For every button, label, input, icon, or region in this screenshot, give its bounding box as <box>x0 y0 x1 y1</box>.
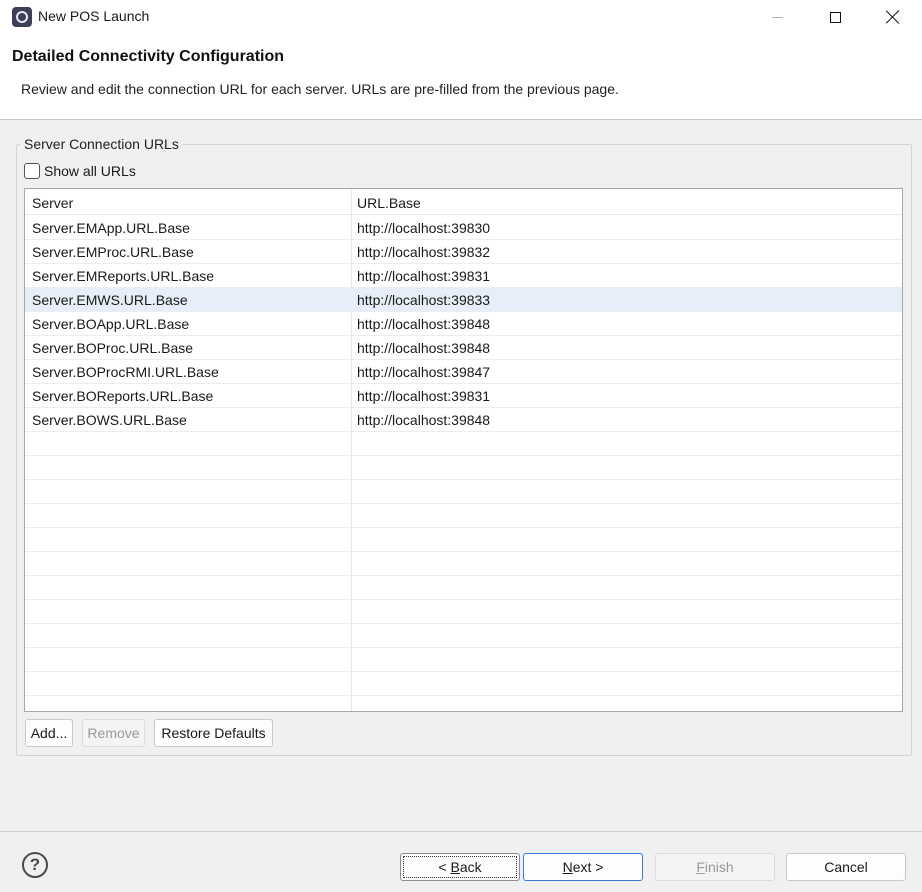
url-cell[interactable]: http://localhost:39831 <box>357 268 490 284</box>
server-cell[interactable]: Server.BOApp.URL.Base <box>32 316 189 332</box>
remove-button[interactable]: Remove <box>82 719 145 747</box>
table-row[interactable]: Server.EMReports.URL.Base http://localhos… <box>25 264 902 288</box>
page-title: Detailed Connectivity Configuration <box>12 48 285 65</box>
table-row[interactable]: Server.BOProc.URL.Base http://localhost:3… <box>25 336 902 360</box>
table-row[interactable]: Server.EMWS.URL.Base http://localhost:398… <box>25 288 902 312</box>
server-cell[interactable]: Server.BOWS.URL.Base <box>32 412 187 428</box>
url-cell[interactable]: http://localhost:39833 <box>357 292 490 308</box>
url-cell[interactable]: http://localhost:39847 <box>357 364 490 380</box>
show-all-urls-checkbox-row[interactable]: Show all URLs <box>24 161 136 181</box>
title-bar: New POS Launch <box>0 0 922 34</box>
next-button[interactable]: Next > <box>523 853 643 881</box>
restore-defaults-button[interactable]: Restore Defaults <box>154 719 273 747</box>
empty-row <box>25 600 902 624</box>
empty-row <box>25 672 902 696</box>
empty-row <box>25 576 902 600</box>
table-row[interactable]: Server.BOReports.URL.Base http://localhos… <box>25 384 902 408</box>
server-cell[interactable]: Server.BOReports.URL.Base <box>32 388 213 404</box>
finish-label: inish <box>704 859 734 875</box>
table-row[interactable]: Server.EMApp.URL.Base http://localhost:39… <box>25 216 902 240</box>
table-header: Server URL.Base <box>25 189 902 215</box>
back-button[interactable]: < Back <box>400 853 520 881</box>
table-row[interactable]: Server.BOWS.URL.Base http://localhost:398… <box>25 408 902 432</box>
group-label: Server Connection URLs <box>20 136 183 152</box>
server-cell[interactable]: Server.BOProc.URL.Base <box>32 340 193 356</box>
page-description: Review and edit the connection URL for e… <box>21 81 619 97</box>
maximize-icon <box>829 11 841 23</box>
empty-row <box>25 696 902 711</box>
eclipse-app-icon <box>12 7 32 27</box>
next-mnemonic: N <box>562 859 573 875</box>
table-row[interactable]: Server.EMProc.URL.Base http://localhost:3… <box>25 240 902 264</box>
empty-row <box>25 648 902 672</box>
empty-row <box>25 504 902 528</box>
close-button[interactable] <box>864 0 922 34</box>
help-glyph: ? <box>29 855 41 874</box>
maximize-button[interactable] <box>806 0 864 34</box>
window-title: New POS Launch <box>38 8 150 24</box>
empty-row <box>25 432 902 456</box>
cancel-button[interactable]: Cancel <box>786 853 906 881</box>
table-row[interactable]: Server.BOProcRMI.URL.Base http://localhos… <box>25 360 902 384</box>
table-body: Server.EMApp.URL.Base http://localhost:39… <box>25 216 902 711</box>
url-cell[interactable]: http://localhost:39848 <box>357 316 490 332</box>
url-cell[interactable]: http://localhost:39831 <box>357 388 490 404</box>
finish-mnemonic: F <box>696 859 705 875</box>
url-cell[interactable]: http://localhost:39848 <box>357 340 490 356</box>
next-label: ext > <box>572 859 604 875</box>
add-button[interactable]: Add... <box>25 719 73 747</box>
column-header-url[interactable]: URL.Base <box>357 195 421 211</box>
empty-row <box>25 480 902 504</box>
minimize-button[interactable] <box>748 0 806 34</box>
help-icon[interactable]: ? <box>22 852 48 878</box>
empty-row <box>25 528 902 552</box>
footer-separator <box>0 831 922 832</box>
server-cell[interactable]: Server.EMProc.URL.Base <box>32 244 194 260</box>
empty-row <box>25 552 902 576</box>
show-all-urls-checkbox[interactable] <box>24 163 40 179</box>
wizard-header: Detailed Connectivity Configuration Revi… <box>0 34 922 120</box>
finish-button[interactable]: Finish <box>655 853 775 881</box>
server-url-table[interactable]: Server URL.Base Server.EMApp.URL.Base htt… <box>24 188 903 712</box>
minimize-icon <box>771 16 783 18</box>
url-cell[interactable]: http://localhost:39830 <box>357 220 490 236</box>
empty-row <box>25 456 902 480</box>
server-cell[interactable]: Server.EMWS.URL.Base <box>32 292 188 308</box>
server-cell[interactable]: Server.EMReports.URL.Base <box>32 268 214 284</box>
server-cell[interactable]: Server.BOProcRMI.URL.Base <box>32 364 219 380</box>
server-cell[interactable]: Server.EMApp.URL.Base <box>32 220 190 236</box>
close-icon <box>886 10 900 24</box>
table-row[interactable]: Server.BOApp.URL.Base http://localhost:39… <box>25 312 902 336</box>
focus-ring <box>403 856 517 878</box>
url-cell[interactable]: http://localhost:39848 <box>357 412 490 428</box>
empty-row <box>25 624 902 648</box>
column-header-server[interactable]: Server <box>32 195 73 211</box>
url-cell[interactable]: http://localhost:39832 <box>357 244 490 260</box>
show-all-urls-label[interactable]: Show all URLs <box>44 163 136 179</box>
